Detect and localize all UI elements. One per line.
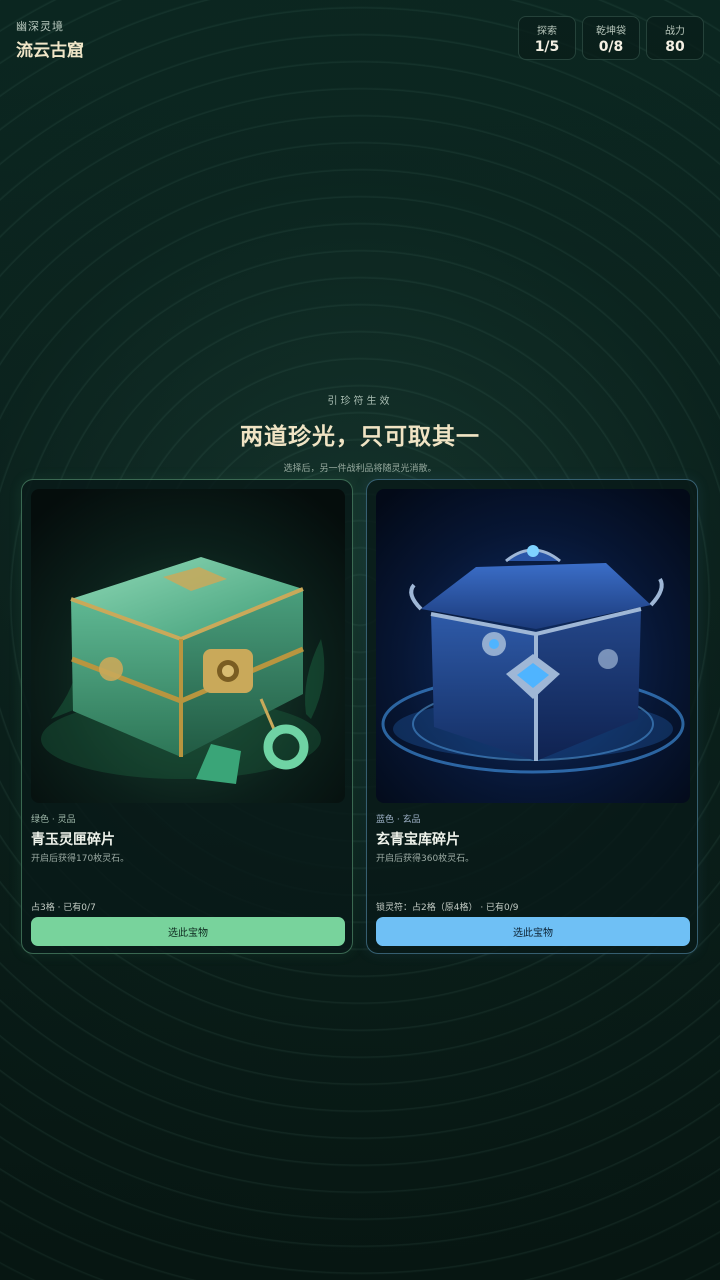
stat-label: 乾坤袋 bbox=[596, 25, 626, 37]
top-bar: 幽深灵境 流云古窟 探索 1/5 乾坤袋 0/8 战力 80 bbox=[0, 0, 720, 80]
stat-value: 1/5 bbox=[534, 38, 560, 55]
slot-info: 占3格 · 已有0/7 bbox=[31, 903, 96, 913]
jade-chest-image bbox=[31, 489, 345, 803]
stat-value: 0/8 bbox=[598, 38, 624, 55]
rarity-label: 绿色 · 灵品 bbox=[31, 815, 76, 825]
select-jade-button[interactable]: 选此宝物 bbox=[31, 917, 345, 946]
eyebrow-text: 引珍符生效 bbox=[327, 396, 393, 407]
rarity-label: 蓝色 · 玄品 bbox=[376, 815, 421, 825]
stat-power: 战力 80 bbox=[646, 16, 704, 60]
slot-info: 锁灵符：占2格（原4格） · 已有0/9 bbox=[376, 903, 519, 913]
stat-label: 探索 bbox=[537, 25, 557, 37]
stat-value: 80 bbox=[665, 38, 685, 55]
location-title: 流云古窟 bbox=[16, 41, 84, 61]
item-description: 开启后获得360枚灵石。 bbox=[376, 854, 475, 864]
azure-treasury-chest-image bbox=[376, 489, 690, 803]
item-description: 开启后获得170枚灵石。 bbox=[31, 854, 130, 864]
stat-label: 战力 bbox=[665, 25, 685, 37]
loot-card-azure[interactable]: 蓝色 · 玄品 玄青宝库碎片 开启后获得360枚灵石。 锁灵符：占2格（原4格）… bbox=[366, 479, 698, 954]
stat-explore: 探索 1/5 bbox=[518, 16, 576, 60]
item-name: 玄青宝库碎片 bbox=[376, 832, 460, 848]
stats-group: 探索 1/5 乾坤袋 0/8 战力 80 bbox=[518, 16, 704, 60]
page-title: 两道珍光，只可取其一 bbox=[240, 423, 480, 450]
select-azure-button[interactable]: 选此宝物 bbox=[376, 917, 690, 946]
item-name: 青玉灵匣碎片 bbox=[31, 832, 115, 848]
stat-bag[interactable]: 乾坤袋 0/8 bbox=[582, 16, 640, 60]
loot-card-jade[interactable]: 绿色 · 灵品 青玉灵匣碎片 开启后获得170枚灵石。 占3格 · 已有0/7 … bbox=[21, 479, 353, 954]
choice-heading: 引珍符生效 两道珍光，只可取其一 选择后，另一件战利品将随灵光消散。 bbox=[0, 392, 720, 474]
region-label: 幽深灵境 bbox=[16, 20, 64, 33]
subtitle-text: 选择后，另一件战利品将随灵光消散。 bbox=[283, 464, 437, 474]
